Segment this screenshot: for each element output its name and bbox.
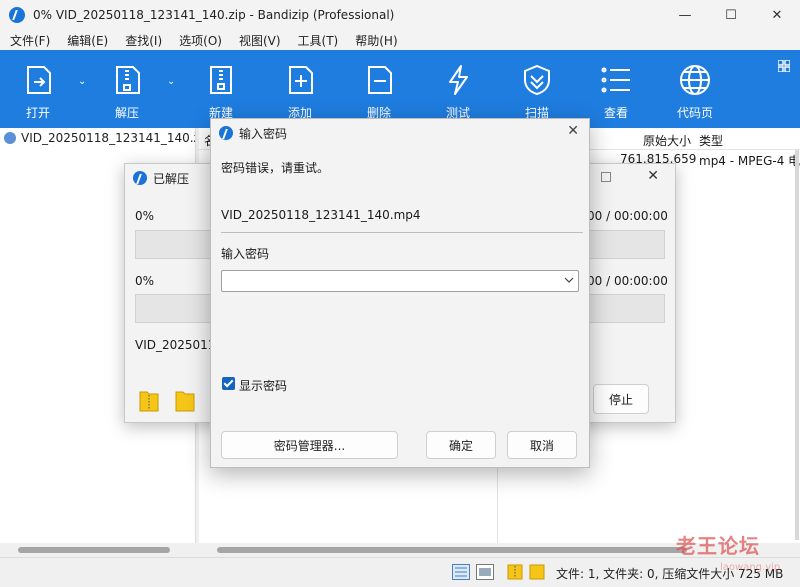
- tree-item-label: VID_20250118_123141_140.zip: [21, 131, 195, 145]
- zip-folder-icon[interactable]: [506, 564, 524, 580]
- bandizip-app-icon: [219, 126, 233, 140]
- scroll-thumb[interactable]: [18, 547, 170, 553]
- view-icon: [598, 62, 634, 98]
- test-icon: [440, 62, 476, 98]
- bandizip-app-icon: [9, 7, 25, 23]
- tree-item-archive-root[interactable]: VID_20250118_123141_140.zip: [0, 128, 195, 148]
- toolbar-view-label: 查看: [603, 106, 628, 120]
- vertical-scrollbar[interactable]: [795, 150, 799, 540]
- toolbar: 打开 ⌄ 解压 ⌄ 新建 添加 删除 测试 扫描 查看 代码页: [0, 50, 800, 128]
- menu-options[interactable]: 选项(O): [179, 32, 222, 49]
- progress-percent-current: 0%: [135, 209, 155, 223]
- column-header-size[interactable]: 原始大小: [643, 132, 691, 149]
- extract-dropdown-arrow[interactable]: ⌄: [167, 76, 175, 87]
- toolbar-extract-button[interactable]: 解压: [94, 50, 160, 128]
- maximize-icon[interactable]: [601, 172, 611, 182]
- menu-help[interactable]: 帮助(H): [355, 32, 397, 49]
- menu-view[interactable]: 视图(V): [239, 32, 281, 49]
- password-error-message: 密码错误，请重试。: [221, 161, 330, 175]
- toolbar-open-button[interactable]: 打开: [5, 50, 71, 128]
- details-view-icon[interactable]: [452, 564, 470, 580]
- extract-icon: [109, 62, 145, 98]
- ok-button[interactable]: 确定: [426, 431, 496, 459]
- elapsed-time-total: 00 / 00:00:00: [587, 274, 668, 288]
- password-target-filename: VID_20250118_123141_140.mp4: [221, 208, 421, 222]
- menu-tools[interactable]: 工具(T): [298, 32, 339, 49]
- menu-find[interactable]: 查找(I): [125, 32, 162, 49]
- archive-icon: [4, 132, 16, 144]
- menu-file[interactable]: 文件(F): [10, 32, 50, 49]
- scroll-thumb[interactable]: [217, 547, 687, 553]
- zip-folder-open-icon[interactable]: [528, 564, 546, 580]
- password-dialog-title: 输入密码: [239, 126, 288, 141]
- close-button[interactable]: ✕: [754, 0, 800, 30]
- stop-button[interactable]: 停止: [593, 384, 649, 414]
- status-bar: 文件: 1, 文件夹: 0, 压缩文件大小 725 MB: [0, 557, 800, 587]
- minimize-button[interactable]: —: [662, 0, 708, 30]
- delete-icon: [361, 62, 397, 98]
- progress-percent-total: 0%: [135, 274, 155, 288]
- watermark-subtext: laowang.vip: [720, 562, 781, 573]
- show-password-checkbox[interactable]: [222, 377, 235, 390]
- cancel-button[interactable]: 取消: [507, 431, 577, 459]
- password-field-label: 输入密码: [221, 247, 270, 261]
- password-dialog-close-button[interactable]: ✕: [567, 123, 579, 139]
- row-type: mp4 - MPEG-4 电: [699, 154, 800, 168]
- bandizip-app-icon: [133, 171, 147, 185]
- extract-dialog-close-button[interactable]: ✕: [647, 168, 659, 184]
- tree-horizontal-scrollbar[interactable]: [0, 543, 196, 557]
- chevron-down-icon[interactable]: [563, 274, 575, 286]
- open-dropdown-arrow[interactable]: ⌄: [78, 76, 86, 87]
- extract-dialog-title: 已解压: [153, 171, 190, 186]
- toolbar-test-button[interactable]: 测试: [425, 50, 491, 128]
- menu-edit[interactable]: 编辑(E): [67, 32, 108, 49]
- extract-current-file: VID_2025011: [135, 338, 216, 352]
- zip-folder-icon[interactable]: [139, 388, 159, 412]
- password-dialog-titlebar: 输入密码: [211, 119, 589, 147]
- window-title: 0% VID_20250118_123141_140.zip - Bandizi…: [33, 8, 395, 22]
- maximize-button[interactable]: ☐: [708, 0, 754, 30]
- toolbar-open-label: 打开: [25, 106, 50, 120]
- watermark-text: 老王论坛: [676, 534, 760, 558]
- toolbar-delete-button[interactable]: 删除: [346, 50, 412, 128]
- new-archive-icon: [203, 62, 239, 98]
- toolbar-extract-label: 解压: [114, 106, 139, 120]
- toolbar-scan-button[interactable]: 扫描: [504, 50, 570, 128]
- toolbar-add-button[interactable]: 添加: [267, 50, 333, 128]
- toolbar-codepage-button[interactable]: 代码页: [662, 50, 728, 128]
- password-dialog: 输入密码 ✕ 密码错误，请重试。 VID_20250118_123141_140…: [210, 118, 590, 468]
- toolbar-new-button[interactable]: 新建: [188, 50, 254, 128]
- toolbar-codepage-label: 代码页: [676, 106, 713, 120]
- title-bar: 0% VID_20250118_123141_140.zip - Bandizi…: [0, 0, 800, 30]
- add-icon: [282, 62, 318, 98]
- open-folder-icon[interactable]: [175, 388, 195, 412]
- elapsed-time-current: 00 / 00:00:00: [587, 209, 668, 223]
- password-manager-button[interactable]: 密码管理器...: [221, 431, 398, 459]
- window-controls: — ☐ ✕: [662, 0, 800, 30]
- password-input[interactable]: [221, 270, 579, 292]
- thumbnail-view-icon[interactable]: [476, 564, 494, 580]
- column-header-type[interactable]: 类型: [699, 132, 723, 149]
- scan-icon: [519, 62, 555, 98]
- show-password-label[interactable]: 显示密码: [239, 377, 287, 394]
- toolbar-view-button[interactable]: 查看: [583, 50, 649, 128]
- codepage-icon: [677, 62, 713, 98]
- layout-grid-icon[interactable]: [778, 60, 790, 72]
- menu-bar: 文件(F) 编辑(E) 查找(I) 选项(O) 视图(V) 工具(T) 帮助(H…: [0, 30, 800, 50]
- open-icon: [20, 62, 56, 98]
- divider: [221, 232, 583, 233]
